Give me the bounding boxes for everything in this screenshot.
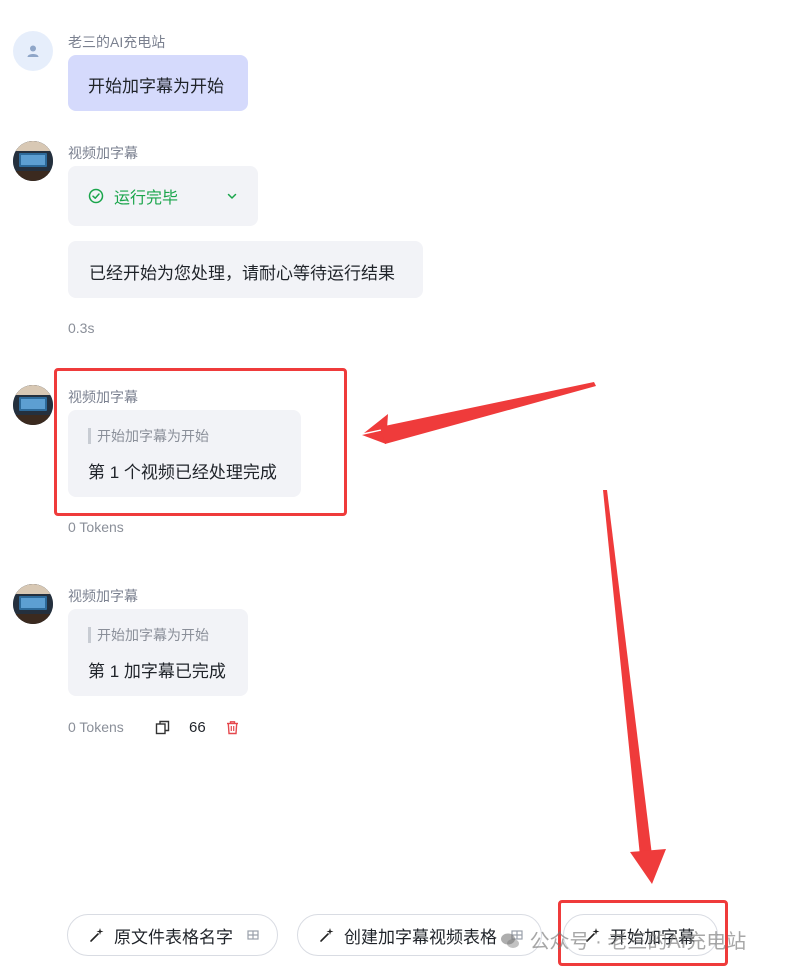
annotation-arrows [362,382,666,884]
wechat-icon [501,933,519,948]
annotation-arrow-down-head [630,849,666,884]
suggestion-label: 创建加字幕视频表格 [344,927,497,947]
annotation-arrow-left-body [380,382,596,444]
watermark-text: 公众号 · 老三的AI充电站 [529,931,747,953]
sparkle-icon [90,928,104,942]
suggestion-chip-0[interactable]: 原文件表格名字 [67,914,278,956]
annotation-arrow-down-body [603,490,652,856]
suggestion-label: 原文件表格名字 [114,927,233,947]
sparkle-icon [320,928,334,942]
table-icon [247,930,259,940]
watermark: 公众号 · 老三的AI充电站 [500,925,746,954]
